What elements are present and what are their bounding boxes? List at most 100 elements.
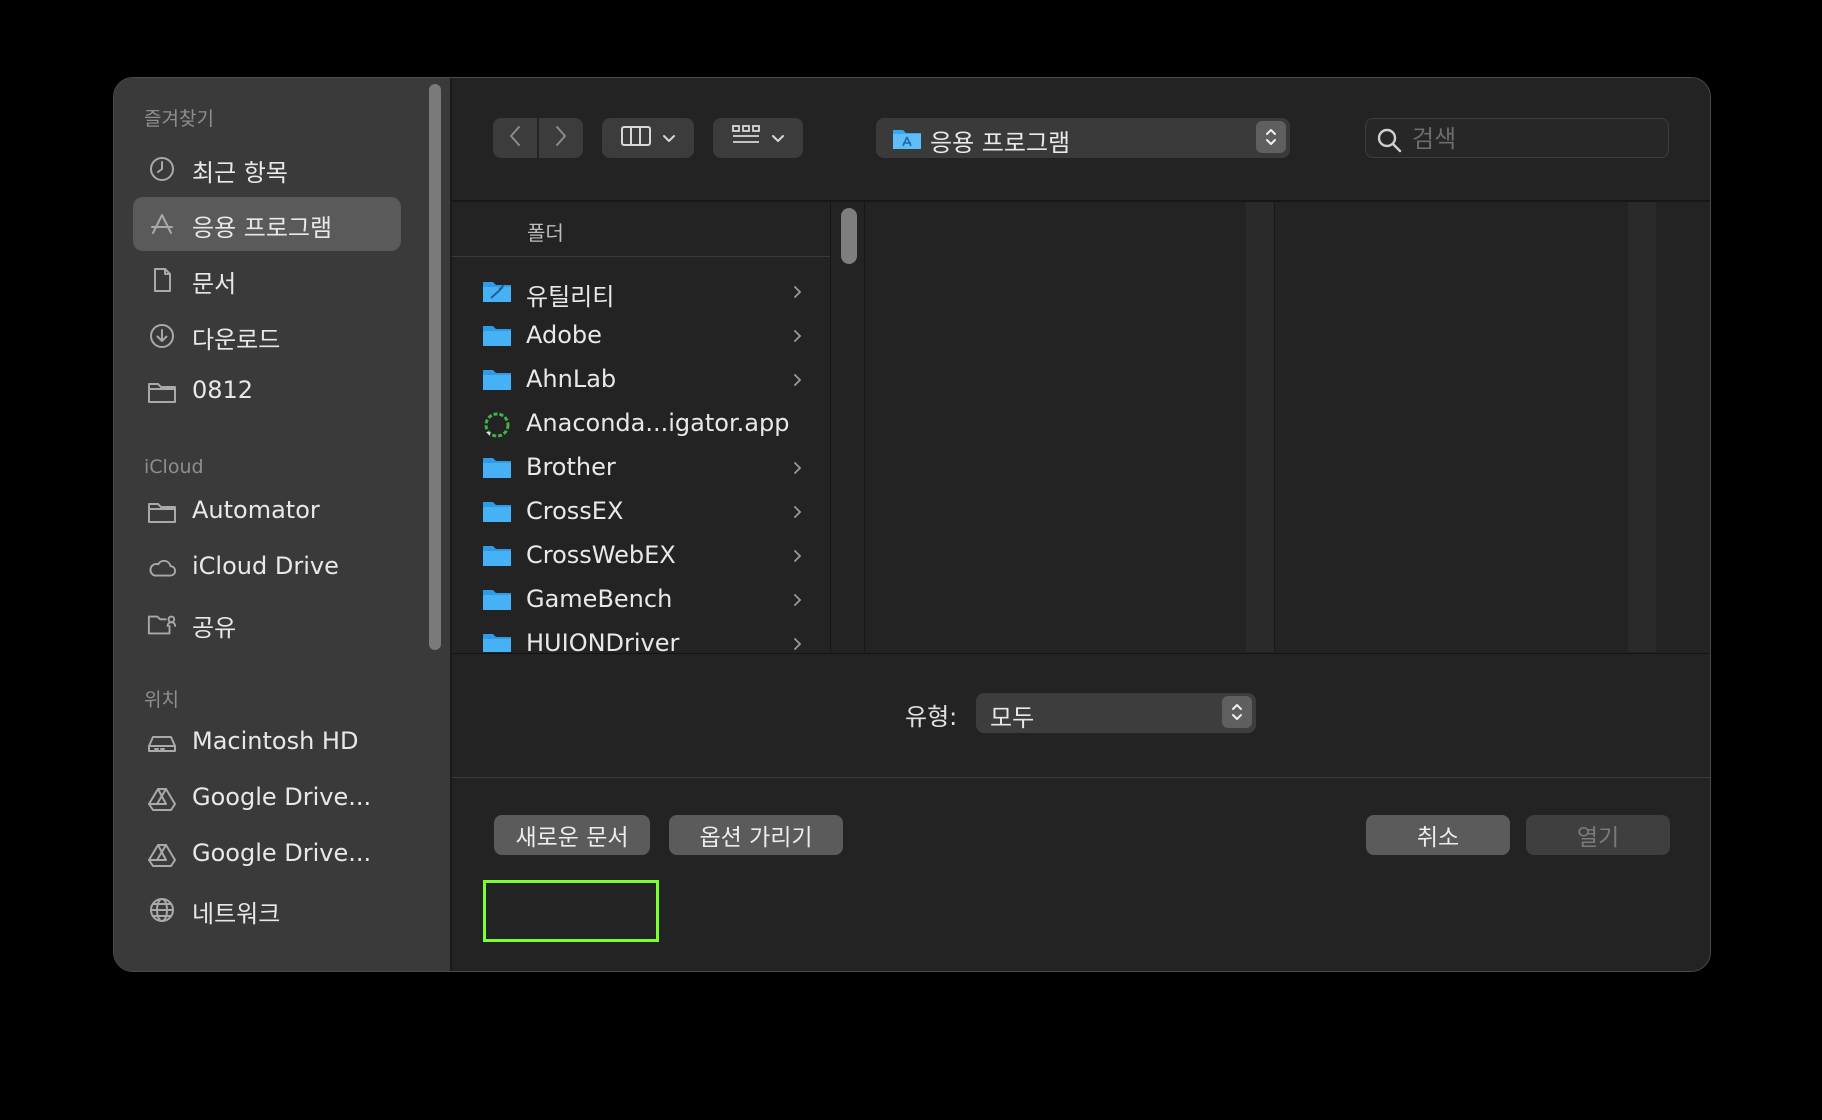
list-item-label: CrossEX — [526, 497, 624, 525]
sidebar-item-recents[interactable]: 최근 항목 — [133, 142, 401, 196]
list-item[interactable]: Brother — [482, 446, 812, 490]
google-drive-icon — [147, 785, 177, 813]
cancel-button[interactable]: 취소 — [1366, 815, 1510, 855]
utilities-folder-icon — [482, 278, 512, 308]
list-item-label: GameBench — [526, 585, 673, 613]
folder-icon — [482, 366, 512, 396]
sidebar-item-label: 다운로드 — [192, 326, 281, 354]
sidebar: 즐겨찾기 최근 항목 응용 프로그램 문서 다운로드 0812 iCloud A… — [114, 78, 452, 971]
list-item[interactable]: Anaconda...igator.app — [482, 402, 812, 446]
disk-icon — [147, 729, 177, 757]
type-label: 유형: — [905, 703, 958, 731]
list-item-label: Anaconda...igator.app — [526, 409, 790, 437]
chevron-right-icon — [792, 284, 802, 303]
list-item-label: Adobe — [526, 321, 602, 349]
applications-folder-icon — [892, 126, 922, 154]
sidebar-item-macintosh-hd[interactable]: Macintosh HD — [133, 716, 401, 770]
sidebar-item-documents[interactable]: 문서 — [133, 253, 401, 307]
view-mode-button[interactable] — [602, 118, 694, 158]
path-popup[interactable]: 응용 프로그램 — [876, 118, 1290, 158]
highlight-box — [483, 880, 659, 942]
sidebar-item-label: 응용 프로그램 — [192, 214, 333, 242]
chevron-down-icon — [662, 129, 676, 148]
list-item[interactable]: 유틸리티 — [482, 270, 812, 314]
search-icon — [1376, 127, 1402, 157]
list-item[interactable]: CrossWebEX — [482, 534, 812, 578]
type-popup-value: 모두 — [990, 704, 1035, 732]
column-browser: 폴더 유틸리티 Adobe AhnLab Anaconda...igator.app B… — [452, 202, 1710, 652]
search-field[interactable] — [1365, 118, 1669, 158]
folder-icon — [482, 630, 512, 652]
sidebar-item-automator[interactable]: Automator — [133, 485, 401, 539]
sidebar-item-label: Automator — [192, 496, 320, 524]
show-options-button[interactable]: 옵션 가리기 — [669, 815, 843, 855]
chevron-right-icon — [792, 636, 802, 652]
folder-icon — [482, 542, 512, 572]
sidebar-item-downloads[interactable]: 다운로드 — [133, 309, 401, 363]
icloud-header: iCloud — [144, 456, 204, 478]
list-item[interactable]: HUIONDriver — [482, 622, 812, 652]
sidebar-scrollbar[interactable] — [429, 84, 441, 650]
sidebar-item-label: iCloud Drive — [192, 552, 339, 580]
path-popup-label: 응용 프로그램 — [930, 129, 1071, 157]
list-item[interactable]: CrossEX — [482, 490, 812, 534]
folder-icon — [147, 378, 177, 406]
column-divider — [1274, 202, 1275, 652]
folder-icon — [482, 454, 512, 484]
column-divider — [864, 202, 865, 652]
column-gutter[interactable] — [1628, 202, 1656, 652]
sidebar-item-label: 공유 — [192, 614, 237, 642]
stepper-icon — [1222, 696, 1252, 728]
google-drive-icon — [147, 841, 177, 869]
sidebar-item-network[interactable]: 네트워크 — [133, 883, 401, 937]
new-document-button[interactable]: 새로운 문서 — [494, 815, 650, 855]
chevron-left-icon — [507, 124, 523, 152]
list-item-label: Brother — [526, 453, 616, 481]
favorites-header: 즐겨찾기 — [144, 108, 214, 130]
document-icon — [147, 266, 177, 294]
folder-icon — [482, 498, 512, 528]
search-input[interactable] — [1410, 123, 1654, 155]
clock-icon — [147, 155, 177, 183]
sidebar-item-label: Macintosh HD — [192, 727, 359, 755]
list-item[interactable]: GameBench — [482, 578, 812, 622]
sidebar-item-google-drive-2[interactable]: Google Drive... — [133, 828, 401, 882]
column-gutter[interactable] — [1246, 202, 1274, 652]
sidebar-item-shared[interactable]: 공유 — [133, 597, 401, 651]
sidebar-item-icloud-drive[interactable]: iCloud Drive — [133, 541, 401, 595]
stepper-icon — [1256, 121, 1286, 153]
group-by-button[interactable] — [713, 118, 803, 158]
download-icon — [147, 322, 177, 350]
forward-button[interactable] — [539, 118, 583, 158]
sidebar-item-label: 최근 항목 — [192, 159, 288, 187]
column-header: 폴더 — [452, 202, 830, 257]
sidebar-item-label: Google Drive... — [192, 839, 372, 867]
list-item-label: AhnLab — [526, 365, 617, 393]
globe-icon — [147, 896, 177, 924]
column-scrollbar[interactable] — [841, 208, 857, 264]
sidebar-item-applications[interactable]: 응용 프로그램 — [133, 197, 401, 251]
list-item-label: HUIONDriver — [526, 629, 680, 652]
cloud-icon — [147, 554, 177, 582]
list-item[interactable]: AhnLab — [482, 358, 812, 402]
chevron-right-icon — [792, 372, 802, 391]
sidebar-item-google-drive-1[interactable]: Google Drive... — [133, 772, 401, 826]
back-button[interactable] — [493, 118, 537, 158]
apps-icon — [147, 210, 177, 238]
grid-icon — [731, 124, 761, 152]
open-button[interactable]: 열기 — [1526, 815, 1670, 855]
file-type-filter: 유형: 모두 — [452, 653, 1710, 778]
folder-icon — [482, 322, 512, 352]
chevron-down-icon — [771, 129, 785, 148]
sidebar-item-0812[interactable]: 0812 — [133, 365, 401, 419]
folder-icon — [147, 498, 177, 526]
shared-folder-icon — [147, 610, 177, 638]
list-item-label: CrossWebEX — [526, 541, 676, 569]
chevron-right-icon — [792, 548, 802, 567]
chevron-right-icon — [792, 504, 802, 523]
list-item-label: 유틸리티 — [526, 283, 615, 311]
type-popup[interactable]: 모두 — [976, 693, 1256, 733]
locations-header: 위치 — [144, 689, 179, 711]
column-header-label: 폴더 — [527, 221, 564, 245]
list-item[interactable]: Adobe — [482, 314, 812, 358]
